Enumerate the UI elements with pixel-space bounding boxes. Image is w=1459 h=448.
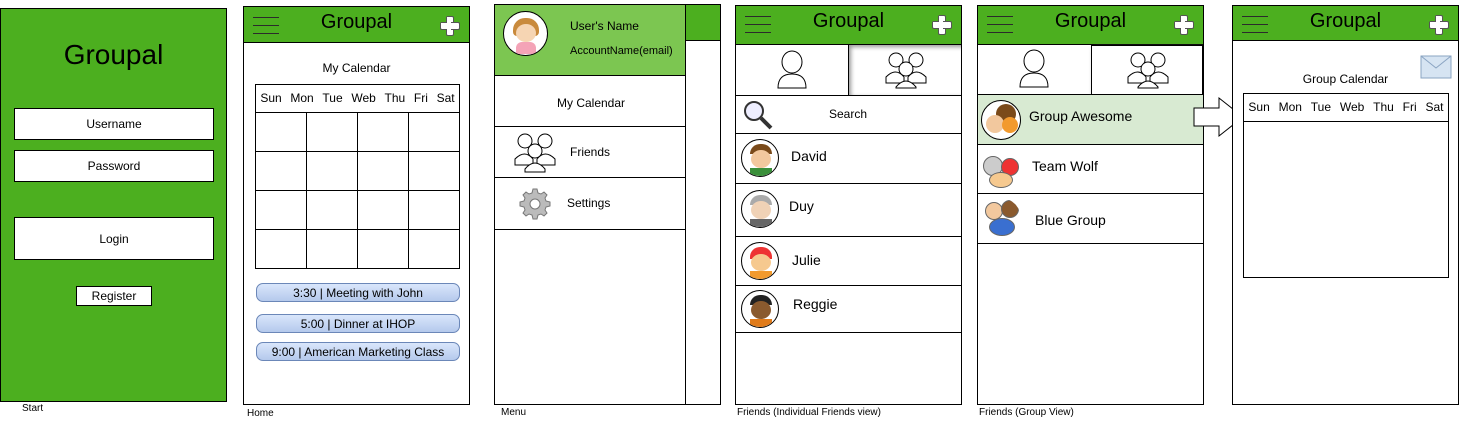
weekday: Thu	[1373, 100, 1394, 114]
username-field[interactable]: Username	[14, 108, 214, 140]
account-name: AccountName(email)	[570, 45, 673, 57]
home-screen: Groupal My Calendar Sun Mon Tue Web Thu …	[243, 6, 470, 405]
tab-individual[interactable]	[978, 45, 1091, 95]
calendar[interactable]: Sun Mon Tue Web Thu Fri Sat	[255, 84, 460, 269]
avatar	[741, 242, 779, 280]
header-title: Groupal	[1054, 10, 1127, 32]
add-icon[interactable]	[1428, 14, 1449, 35]
friend-row-julie[interactable]: Julie	[736, 237, 961, 286]
tab-individual[interactable]	[736, 45, 849, 96]
avatar	[503, 11, 548, 56]
group-icon	[514, 133, 556, 173]
menu-right-band	[685, 5, 720, 41]
tab-groups[interactable]	[1091, 45, 1203, 95]
caption-start: Start	[22, 403, 44, 414]
avatar	[741, 190, 779, 228]
calendar[interactable]: Sun Mon Tue Web Thu Fri Sat	[1243, 93, 1449, 278]
search-icon	[744, 101, 773, 130]
friends-screen: Groupal Search David Duy Julie Reggie	[735, 5, 962, 405]
group-name: Team Wolf	[1032, 158, 1098, 174]
person-icon	[1019, 49, 1049, 88]
person-icon	[777, 50, 807, 89]
friend-name: Reggie	[793, 296, 838, 312]
weekday: Tue	[1310, 100, 1331, 114]
avatar	[981, 100, 1021, 140]
event-pill[interactable]: 9:00 | American Marketing Class	[256, 342, 460, 361]
calendar-title: Group Calendar	[1302, 72, 1389, 86]
friend-row-reggie[interactable]: Reggie	[736, 286, 961, 333]
group-row-team-wolf[interactable]: Team Wolf	[978, 145, 1203, 194]
group-row-blue[interactable]: Blue Group	[978, 194, 1203, 244]
weekday: Fri	[413, 91, 428, 105]
caption-menu: Menu	[501, 407, 527, 418]
search-row[interactable]: Search	[736, 96, 961, 134]
friend-name: Julie	[792, 252, 821, 268]
header: Groupal	[736, 6, 961, 45]
weekday: Sat	[1425, 100, 1444, 114]
login-button[interactable]: Login	[14, 217, 214, 260]
group-name: Group Awesome	[1029, 108, 1133, 124]
gear-icon	[519, 188, 551, 220]
menu-item-settings[interactable]: Settings	[495, 178, 685, 230]
menu-item-my-calendar[interactable]: My Calendar	[495, 76, 685, 127]
friend-row-duy[interactable]: Duy	[736, 184, 961, 237]
weekday: Tue	[322, 91, 343, 105]
menu-header: User's Name AccountName(email)	[495, 5, 685, 76]
register-button[interactable]: Register	[76, 286, 152, 306]
menu-item-label: Settings	[567, 196, 611, 210]
weekday: Sun	[1248, 100, 1270, 114]
group-row-awesome[interactable]: Group Awesome	[978, 95, 1203, 145]
friend-name: David	[791, 148, 827, 164]
group-name: Blue Group	[1035, 212, 1106, 228]
header: Groupal	[978, 6, 1203, 45]
header-title: Groupal	[1309, 10, 1382, 32]
tab-groups[interactable]	[849, 45, 961, 96]
header: Groupal	[1233, 6, 1458, 41]
weekday: Fri	[1402, 100, 1417, 114]
menu-screen: User's Name AccountName(email) My Calend…	[494, 4, 721, 405]
group-calendar-screen: Groupal Group Calendar Sun Mon Tue Web T…	[1232, 5, 1459, 405]
calendar-title: My Calendar	[322, 61, 391, 75]
caption-groups: Friends (Group View)	[979, 407, 1074, 418]
friend-row-david[interactable]: David	[736, 134, 961, 184]
weekday-header: Sun Mon Tue Web Thu Fri Sat	[256, 91, 459, 105]
search-label: Search	[829, 107, 868, 121]
user-name: User's Name	[570, 19, 639, 33]
caption-friends: Friends (Individual Friends view)	[737, 407, 881, 418]
menu-divider	[685, 5, 686, 404]
add-icon[interactable]	[931, 14, 952, 35]
weekday: Web	[351, 91, 376, 105]
avatar	[981, 198, 1021, 240]
menu-item-friends[interactable]: Friends	[495, 127, 685, 178]
weekday: Thu	[384, 91, 406, 105]
group-icon	[1127, 52, 1169, 89]
groups-screen: Groupal Group Awesome Team Wolf Blue Gro…	[977, 5, 1204, 405]
weekday: Sun	[260, 91, 282, 105]
avatar	[741, 290, 779, 328]
weekday: Sat	[436, 91, 455, 105]
event-pill[interactable]: 3:30 | Meeting with John	[256, 283, 460, 302]
avatar	[741, 139, 779, 177]
weekday-header: Sun Mon Tue Web Thu Fri Sat	[1244, 100, 1448, 122]
avatar	[981, 150, 1021, 190]
app-title: Groupal	[63, 39, 164, 70]
add-icon[interactable]	[1173, 14, 1194, 35]
weekday: Mon	[1278, 100, 1302, 114]
menu-item-label: Friends	[570, 145, 611, 159]
start-screen: Groupal Username Password Login Register	[0, 8, 227, 402]
weekday: Mon	[290, 91, 314, 105]
menu-item-label: My Calendar	[557, 96, 626, 110]
weekday: Web	[1339, 100, 1365, 114]
event-pill[interactable]: 5:00 | Dinner at IHOP	[256, 314, 460, 333]
password-field[interactable]: Password	[14, 150, 214, 182]
caption-home: Home	[247, 408, 274, 419]
header-title: Groupal	[812, 10, 885, 32]
friend-name: Duy	[789, 198, 814, 214]
calendar-grid[interactable]	[255, 112, 460, 269]
header-title: Groupal	[320, 11, 393, 33]
group-icon	[885, 52, 927, 89]
header: Groupal	[244, 7, 469, 43]
add-icon[interactable]	[439, 15, 460, 36]
